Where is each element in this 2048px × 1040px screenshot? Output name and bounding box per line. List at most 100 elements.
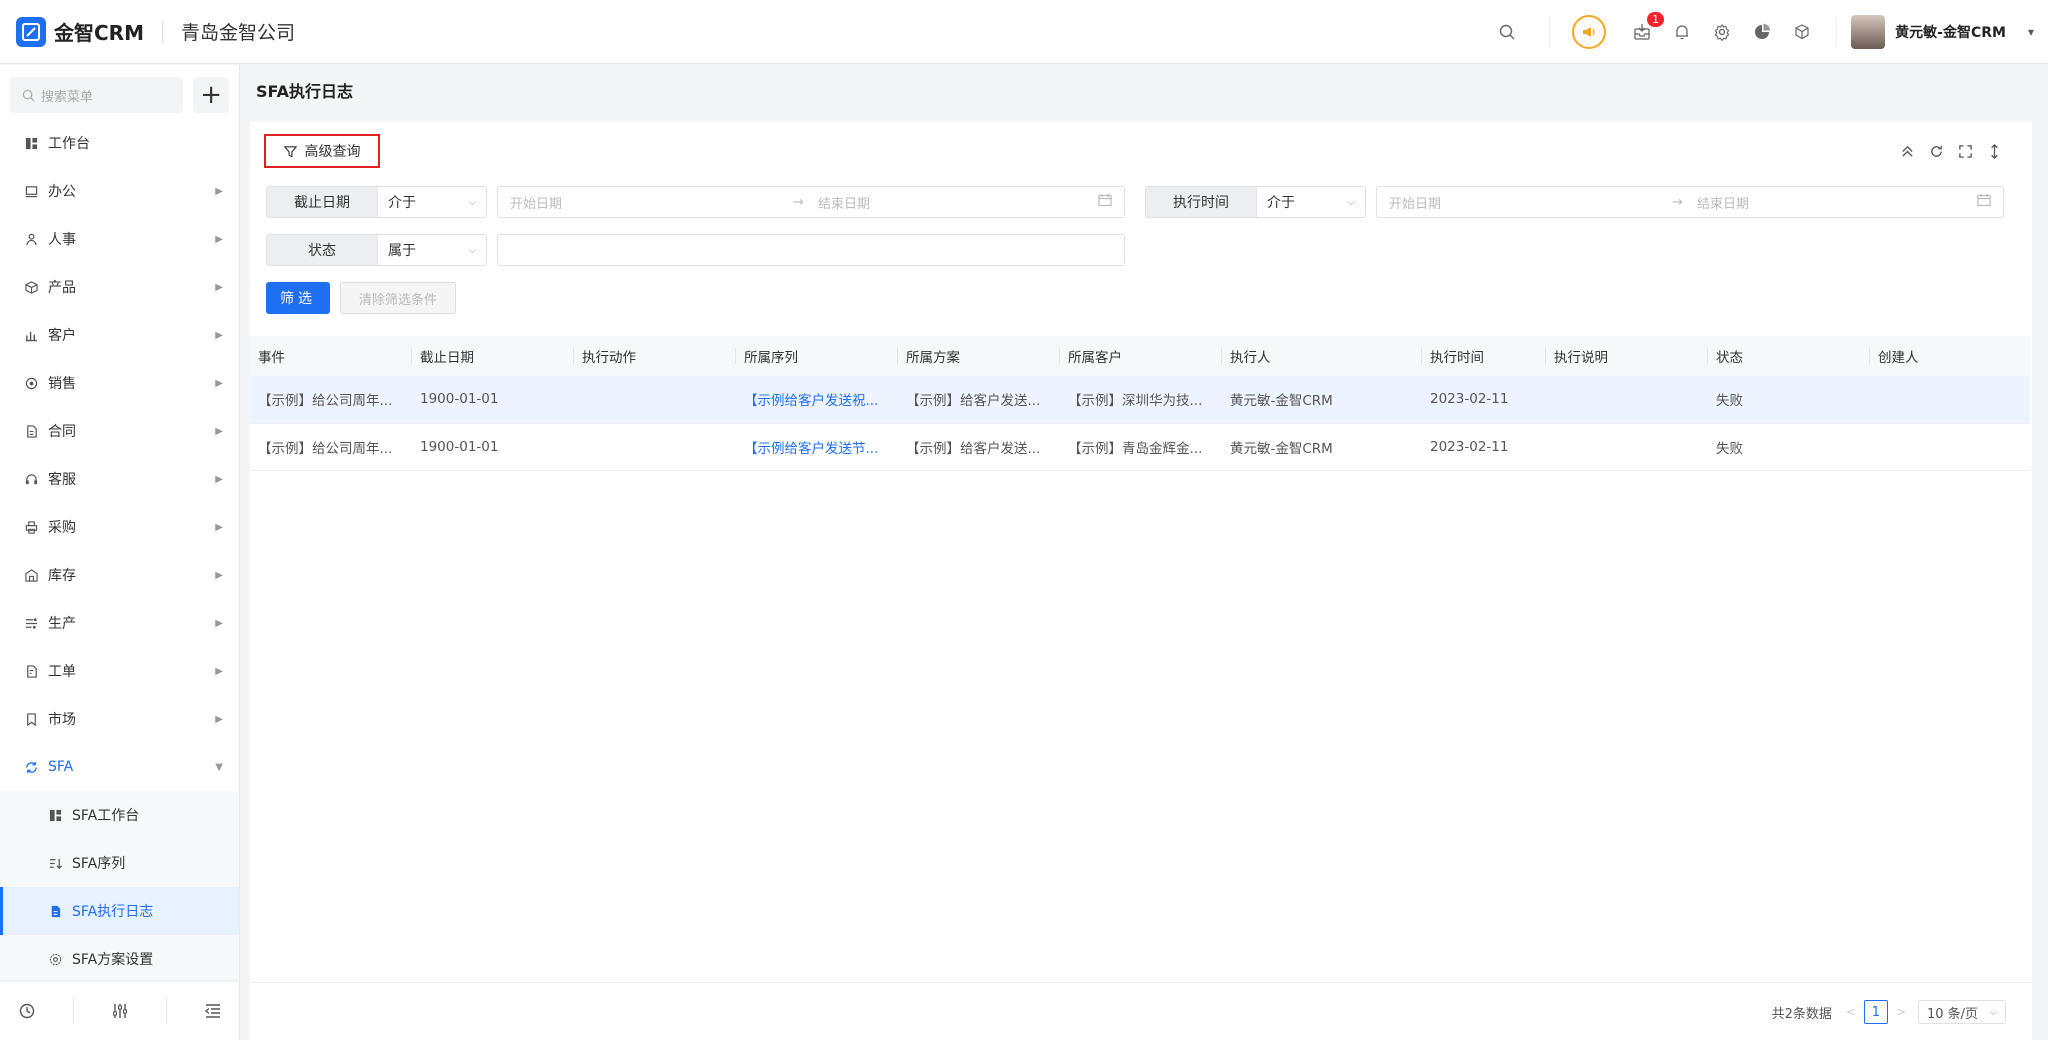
page-size-select[interactable]: 10 条/页 ⌵	[1918, 1000, 2006, 1024]
table-cell: 【示例】青岛金辉金...	[1060, 423, 1222, 471]
chevron-right-icon: ▶	[215, 233, 223, 245]
column-header[interactable]: 所属方案	[898, 336, 1060, 376]
table-cell: 【示例】深圳华为技...	[1060, 376, 1222, 424]
calendar-icon	[1098, 193, 1112, 211]
sequence-link[interactable]: 【示例给客户发送节...	[736, 423, 898, 471]
cube-icon[interactable]	[1790, 20, 1814, 44]
status-value-input[interactable]	[497, 234, 1125, 266]
clear-filter-button[interactable]: 清除筛选条件	[340, 282, 456, 314]
sidebar-item-sales[interactable]: 销售 ▶	[0, 359, 239, 407]
column-header[interactable]: 执行时间	[1422, 336, 1546, 376]
column-header[interactable]: 创建人	[1870, 336, 2030, 376]
sidebar-item-label: SFA序列	[72, 856, 126, 872]
chevron-down-icon[interactable]: ▾	[2028, 25, 2034, 39]
deadline-date-range-picker[interactable]: 开始日期 → 结束日期	[497, 186, 1125, 218]
sidebar-item-label: 采购	[48, 520, 76, 536]
column-header[interactable]: 所属客户	[1060, 336, 1222, 376]
sidebar-item-label: SFA方案设置	[72, 952, 154, 968]
table-cell	[1546, 423, 1708, 471]
column-header[interactable]: 事件	[250, 336, 412, 376]
sidebar-item-workbench[interactable]: 工作台	[0, 119, 239, 167]
table-cell	[574, 423, 736, 471]
sidebar-item-ticket[interactable]: 工单 ▶	[0, 647, 239, 695]
column-header[interactable]: 截止日期	[412, 336, 574, 376]
add-button[interactable]: +	[193, 77, 229, 113]
gear-icon	[48, 952, 62, 966]
sidebar-item-hr[interactable]: 人事 ▶	[0, 215, 239, 263]
column-header[interactable]: 执行动作	[574, 336, 736, 376]
next-page-icon[interactable]: >	[1896, 1005, 1906, 1019]
pagination: 共2条数据 < 1 > 10 条/页 ⌵	[1772, 1000, 2006, 1024]
sidebar-item-sfa[interactable]: SFA ▼	[0, 743, 239, 791]
pie-chart-icon[interactable]	[1750, 20, 1774, 44]
user-name[interactable]: 黄元敏-金智CRM	[1895, 22, 2006, 42]
column-header[interactable]: 状态	[1708, 336, 1870, 376]
sidebar-item-sfa-settings[interactable]: SFA方案设置	[0, 935, 239, 983]
sidebar-item-contract[interactable]: 合同 ▶	[0, 407, 239, 455]
user-avatar[interactable]	[1851, 15, 1886, 49]
announcement-speaker-icon[interactable]	[1572, 15, 1607, 49]
sidebar-item-sfa-sequence[interactable]: SFA序列	[0, 839, 239, 887]
page-button[interactable]: 1	[1863, 1000, 1888, 1024]
factory-icon	[24, 616, 38, 630]
column-height-icon[interactable]	[1987, 144, 2002, 159]
status-operator-select[interactable]: 属于 ⌵	[377, 234, 487, 266]
page-title: SFA执行日志	[256, 82, 354, 101]
menu-search-input[interactable]: 搜索菜单	[10, 77, 184, 113]
start-date-placeholder: 开始日期	[510, 196, 563, 212]
fullscreen-icon[interactable]	[1958, 144, 1973, 159]
monitor-icon	[24, 184, 38, 198]
advanced-query-button[interactable]: 高级查询	[264, 134, 380, 168]
deadline-operator-select[interactable]: 介于 ⌵	[377, 186, 487, 218]
brand-name: 金智CRM	[54, 21, 144, 45]
table-cell	[574, 376, 736, 424]
table-cell: 1900-01-01	[412, 423, 574, 471]
table-cell: 2023-02-11	[1422, 376, 1546, 424]
top-header: 金智CRM 青岛金智公司 1 黄元敏-金智CRM ▾	[0, 0, 2048, 64]
collapse-menu-icon[interactable]	[204, 1002, 222, 1020]
flag-icon	[24, 712, 38, 726]
filter-button[interactable]: 筛选	[266, 282, 330, 314]
sidebar-item-sfa-workbench[interactable]: SFA工作台	[0, 791, 239, 839]
search-icon	[22, 89, 35, 101]
column-header[interactable]: 所属序列	[736, 336, 898, 376]
exec-time-date-range-picker[interactable]: 开始日期 → 结束日期	[1376, 186, 2004, 218]
table-cell: 1900-01-01	[412, 376, 574, 424]
sidebar-item-production[interactable]: 生产 ▶	[0, 599, 239, 647]
bell-icon[interactable]	[1670, 20, 1694, 44]
filter-row-2: 状态 属于 ⌵	[266, 234, 1125, 266]
sidebar-item-label: SFA工作台	[72, 808, 140, 824]
app-logo[interactable]: 金智CRM	[16, 16, 144, 47]
sidebar-item-service[interactable]: 客服 ▶	[0, 455, 239, 503]
table-toolbar	[1886, 144, 2002, 159]
inbox-icon[interactable]: 1	[1630, 12, 1665, 44]
sequence-link[interactable]: 【示例给客户发送祝...	[736, 376, 898, 424]
chevron-right-icon: ▶	[215, 713, 223, 725]
deadline-filter-label: 截止日期	[266, 186, 377, 218]
table-cell	[1870, 376, 2030, 424]
search-icon[interactable]	[1495, 20, 1519, 44]
sidebar-item-customer[interactable]: 客户 ▶	[0, 311, 239, 359]
table-row[interactable]: 【示例】给公司周年... 1900-01-01 【示例给客户发送祝... 【示例…	[250, 376, 2030, 424]
history-icon[interactable]	[18, 1002, 36, 1020]
refresh-icon[interactable]	[1929, 144, 1944, 159]
collapse-up-icon[interactable]	[1900, 144, 1915, 159]
people-icon	[24, 232, 38, 246]
sidebar-item-inventory[interactable]: 库存 ▶	[0, 551, 239, 599]
sliders-icon[interactable]	[111, 1002, 129, 1020]
column-header[interactable]: 执行说明	[1546, 336, 1708, 376]
table-row[interactable]: 【示例】给公司周年... 1900-01-01 【示例给客户发送节... 【示例…	[250, 423, 2030, 471]
sidebar-item-office[interactable]: 办公 ▶	[0, 167, 239, 215]
table-cell: 【示例】给公司周年...	[250, 376, 412, 424]
sidebar-item-market[interactable]: 市场 ▶	[0, 695, 239, 743]
filter-icon	[283, 145, 297, 158]
sidebar-item-purchase[interactable]: 采购 ▶	[0, 503, 239, 551]
cycle-icon	[24, 760, 38, 774]
column-header[interactable]: 执行人	[1222, 336, 1422, 376]
sidebar-item-sfa-log[interactable]: SFA执行日志	[0, 887, 239, 935]
exec-time-operator-select[interactable]: 介于 ⌵	[1256, 186, 1366, 218]
sidebar-item-product[interactable]: 产品 ▶	[0, 263, 239, 311]
prev-page-icon[interactable]: <	[1846, 1005, 1856, 1019]
gear-icon[interactable]	[1710, 20, 1734, 44]
headset-icon	[24, 472, 38, 486]
